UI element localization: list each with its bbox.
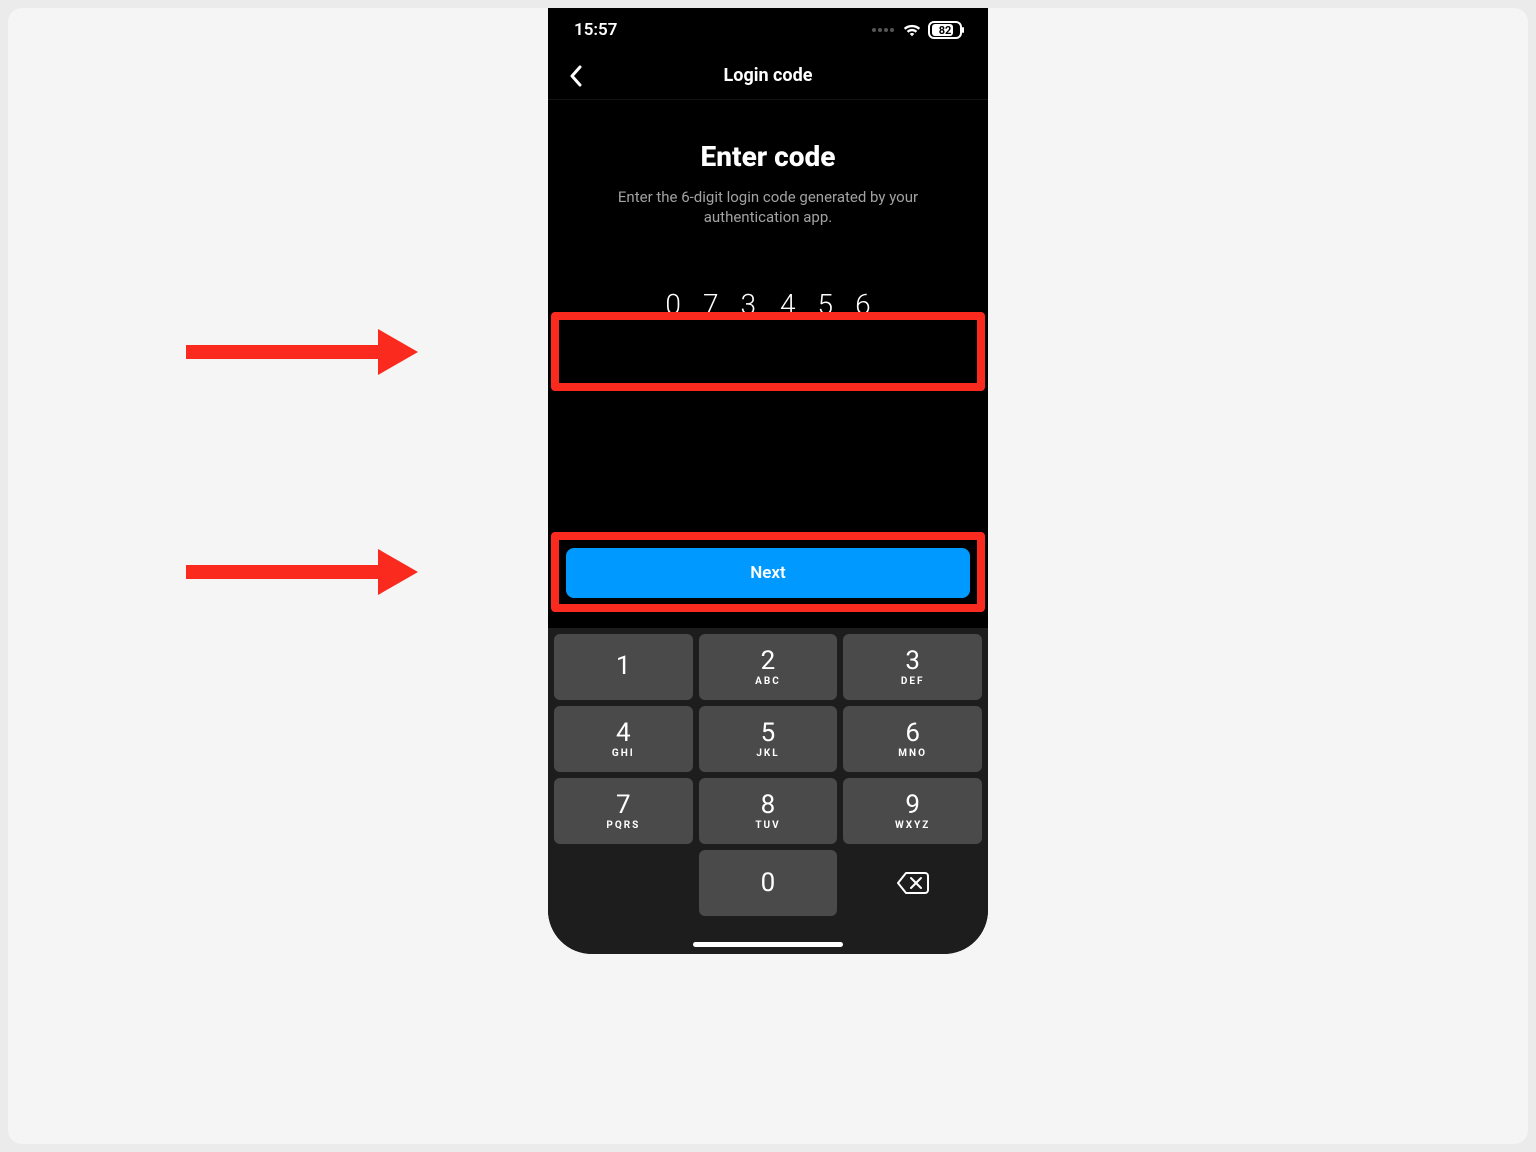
back-button[interactable] (556, 56, 596, 96)
keypad-key-6[interactable]: 6 MNO (843, 706, 982, 772)
keypad-key-9[interactable]: 9 WXYZ (843, 778, 982, 844)
numeric-keypad: 1 2 ABC 3 DEF 4 GHI 5 JKL (548, 628, 988, 954)
home-indicator[interactable] (693, 942, 843, 947)
nav-header: Login code (548, 52, 988, 100)
page-subtext: Enter the 6-digit login code generated b… (576, 187, 960, 228)
keypad-key-0[interactable]: 0 (699, 850, 838, 916)
wifi-icon (902, 23, 922, 37)
chevron-left-icon (569, 65, 583, 87)
next-button-label: Next (750, 563, 786, 583)
keypad-key-2[interactable]: 2 ABC (699, 634, 838, 700)
code-digit: 6 (855, 288, 871, 321)
keypad-key-3[interactable]: 3 DEF (843, 634, 982, 700)
keypad-key-8[interactable]: 8 TUV (699, 778, 838, 844)
recording-dots-icon (872, 28, 894, 32)
arrow-icon (186, 549, 418, 595)
keypad-delete-button[interactable] (843, 850, 982, 916)
status-bar: 15:57 82 (548, 8, 988, 52)
status-time: 15:57 (574, 20, 617, 40)
code-input[interactable]: 0 7 3 4 5 6 (576, 288, 960, 321)
code-digit: 0 (665, 288, 681, 321)
page-canvas: 15:57 82 (8, 8, 1528, 1144)
code-digit: 4 (780, 288, 796, 321)
keypad-key-5[interactable]: 5 JKL (699, 706, 838, 772)
arrow-icon (186, 329, 418, 375)
nav-title: Login code (724, 65, 813, 86)
highlight-box (551, 312, 985, 391)
code-digit: 5 (818, 288, 834, 321)
keypad-key-7[interactable]: 7 PQRS (554, 778, 693, 844)
keypad-key-4[interactable]: 4 GHI (554, 706, 693, 772)
phone-frame: 15:57 82 (548, 8, 988, 954)
code-digit: 7 (703, 288, 719, 321)
backspace-icon (897, 872, 929, 894)
keypad-blank (554, 850, 693, 916)
keypad-key-1[interactable]: 1 (554, 634, 693, 700)
main-content: Enter code Enter the 6-digit login code … (548, 100, 988, 321)
battery-percent: 82 (930, 23, 960, 37)
next-button[interactable]: Next (566, 548, 970, 598)
battery-icon: 82 (928, 21, 962, 39)
code-digit: 3 (740, 288, 756, 321)
page-heading: Enter code (576, 140, 960, 173)
